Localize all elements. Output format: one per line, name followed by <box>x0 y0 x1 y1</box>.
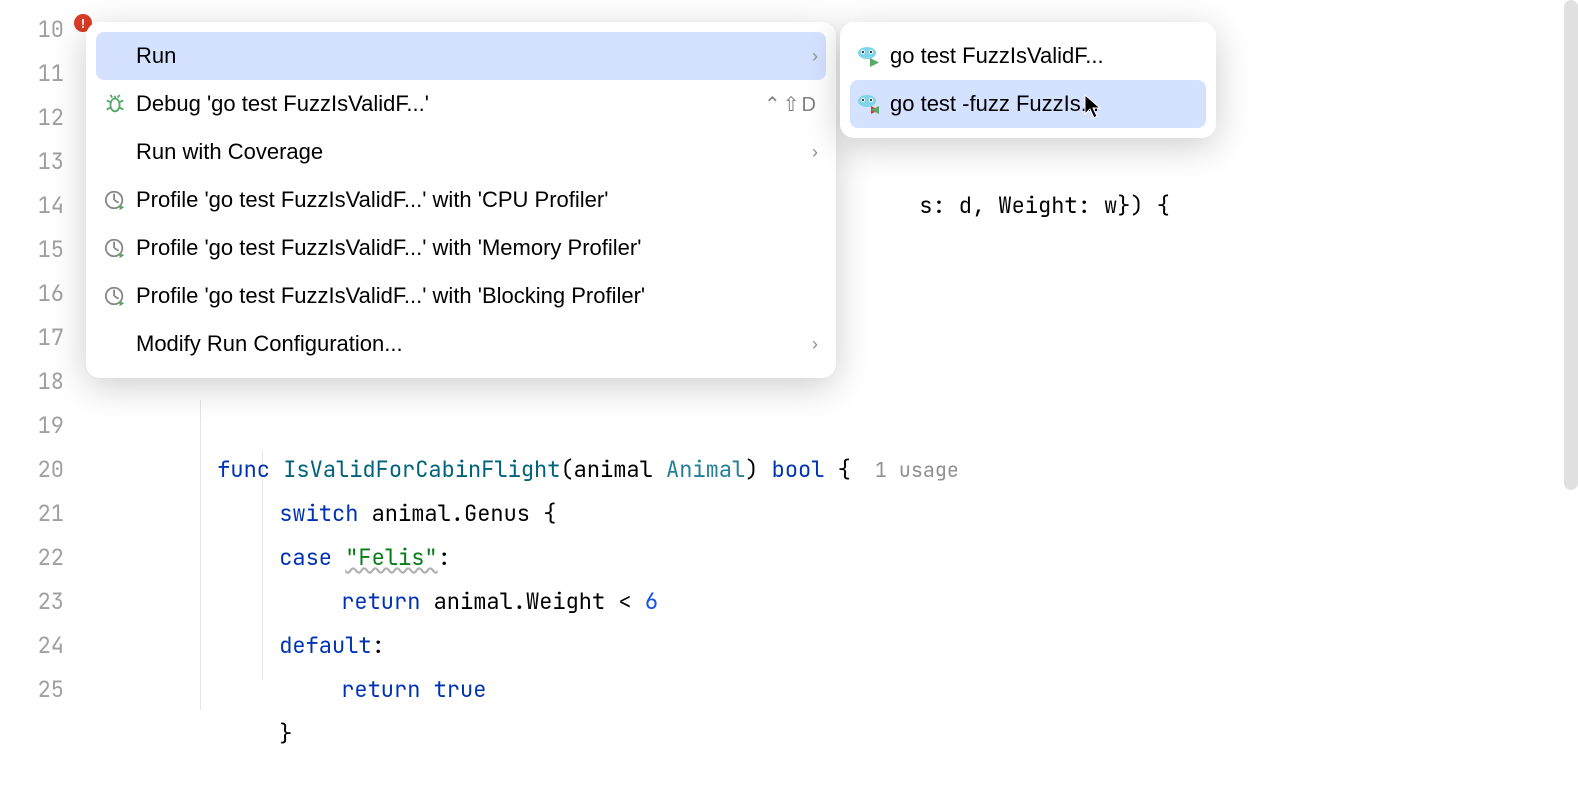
submenu-item-label: go test -fuzz FuzzIs... <box>890 91 1198 117</box>
line-number: 16 <box>0 272 70 316</box>
usage-hint: 1 usage <box>851 457 959 483</box>
gutter: 10111213141516171819202122232425 <box>0 0 70 716</box>
code-line-24: return true <box>262 624 486 668</box>
code-line-21: case "Felis": <box>200 492 451 536</box>
chevron-right-icon: › <box>812 142 818 163</box>
menu-item-label: Modify Run Configuration... <box>136 331 812 357</box>
line-number: 12 <box>0 96 70 140</box>
menu-item-1[interactable]: Debug 'go test FuzzIsValidF...'⌃⇧D <box>86 80 836 128</box>
bug-icon <box>100 93 130 115</box>
chevron-right-icon: › <box>812 334 818 355</box>
line-number: 23 <box>0 580 70 624</box>
code-line-23: default: <box>200 580 385 624</box>
code-line-19: func IsValidForCabinFlight(animal Animal… <box>138 404 959 448</box>
run-submenu: go test FuzzIsValidF... go test -fuzz Fuz… <box>840 22 1216 138</box>
line-number: 19 <box>0 404 70 448</box>
line-number: 14 <box>0 184 70 228</box>
menu-item-3[interactable]: Profile 'go test FuzzIsValidF...' with '… <box>86 176 836 224</box>
line-number: 15 <box>0 228 70 272</box>
line-number: 21 <box>0 492 70 536</box>
code-line-20: switch animal.Genus { <box>200 448 556 492</box>
menu-item-label: Run <box>136 43 812 69</box>
menu-item-label: Profile 'go test FuzzIsValidF...' with '… <box>136 187 818 213</box>
go-test-icon <box>854 44 884 68</box>
line-number: 13 <box>0 140 70 184</box>
line-number: 25 <box>0 668 70 712</box>
profile-icon <box>100 189 130 211</box>
line-number: 11 <box>0 52 70 96</box>
line-number: 18 <box>0 360 70 404</box>
menu-item-label: Debug 'go test FuzzIsValidF...' <box>136 91 764 117</box>
menu-item-4[interactable]: Profile 'go test FuzzIsValidF...' with '… <box>86 224 836 272</box>
profile-icon <box>100 237 130 259</box>
code-line-22: return animal.Weight < 6 <box>262 536 658 580</box>
line-number: 17 <box>0 316 70 360</box>
code-line-13: s: d, Weight: w}) { <box>840 140 1170 184</box>
profile-icon <box>100 285 130 307</box>
line-number: 22 <box>0 536 70 580</box>
menu-item-6[interactable]: Modify Run Configuration...› <box>86 320 836 368</box>
submenu-item-1[interactable]: go test -fuzz FuzzIs... <box>850 80 1206 128</box>
scrollbar[interactable] <box>1564 0 1578 490</box>
menu-item-label: Profile 'go test FuzzIsValidF...' with '… <box>136 283 818 309</box>
menu-shortcut: ⌃⇧D <box>764 92 818 117</box>
menu-item-2[interactable]: Run with Coverage› <box>86 128 836 176</box>
menu-item-5[interactable]: Profile 'go test FuzzIsValidF...' with '… <box>86 272 836 320</box>
menu-item-0[interactable]: Run› <box>96 32 826 80</box>
submenu-item-label: go test FuzzIsValidF... <box>890 43 1198 69</box>
line-number: 24 <box>0 624 70 668</box>
line-number: 10 <box>0 8 70 52</box>
code-line-25: } <box>200 668 292 712</box>
chevron-right-icon: › <box>812 46 818 67</box>
menu-item-label: Profile 'go test FuzzIsValidF...' with '… <box>136 235 818 261</box>
submenu-item-0[interactable]: go test FuzzIsValidF... <box>840 32 1216 80</box>
menu-item-label: Run with Coverage <box>136 139 812 165</box>
go-fuzz-icon <box>854 92 884 116</box>
line-number: 20 <box>0 448 70 492</box>
context-menu: Run›Debug 'go test FuzzIsValidF...'⌃⇧DRu… <box>86 22 836 378</box>
